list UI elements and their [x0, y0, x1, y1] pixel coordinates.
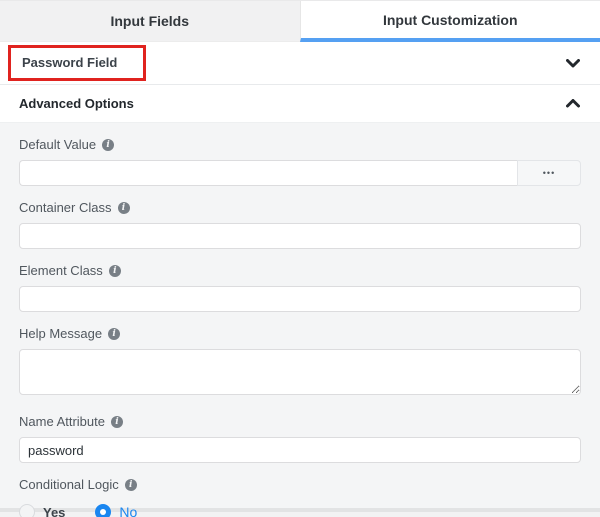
- info-icon[interactable]: i: [108, 328, 120, 340]
- help-message-group: Help Message i: [19, 326, 581, 400]
- chevron-down-icon[interactable]: [566, 59, 580, 68]
- tab-input-customization[interactable]: Input Customization: [300, 1, 600, 42]
- element-class-input[interactable]: [19, 286, 581, 312]
- radio-yes[interactable]: Yes: [19, 504, 65, 517]
- default-value-input[interactable]: [19, 160, 517, 186]
- more-options-button[interactable]: •••: [517, 160, 581, 186]
- field-accordion-header[interactable]: Password Field: [0, 42, 600, 85]
- advanced-options-body: Default Value i ••• Container Class i El…: [0, 122, 600, 508]
- tab-input-fields[interactable]: Input Fields: [0, 1, 300, 42]
- radio-yes-circle[interactable]: [19, 504, 35, 517]
- settings-tabbar: Input Fields Input Customization: [0, 1, 600, 42]
- next-section-strip[interactable]: [0, 512, 600, 517]
- container-class-label: Container Class: [19, 200, 112, 215]
- radio-yes-label: Yes: [43, 505, 65, 517]
- help-message-label: Help Message: [19, 326, 102, 341]
- form-builder-settings-panel: Input Fields Input Customization Passwor…: [0, 0, 600, 517]
- advanced-options-title: Advanced Options: [19, 96, 134, 111]
- help-message-textarea[interactable]: [19, 349, 581, 395]
- chevron-up-icon[interactable]: [566, 99, 580, 108]
- info-icon[interactable]: i: [109, 265, 121, 277]
- element-class-group: Element Class i: [19, 263, 581, 312]
- default-value-group: Default Value i •••: [19, 137, 581, 186]
- tab-input-customization-label: Input Customization: [383, 12, 518, 28]
- advanced-options-header[interactable]: Advanced Options: [0, 85, 600, 122]
- info-icon[interactable]: i: [111, 416, 123, 428]
- element-class-label: Element Class: [19, 263, 103, 278]
- name-attribute-group: Name Attribute i: [19, 414, 581, 463]
- info-icon[interactable]: i: [125, 479, 137, 491]
- info-icon[interactable]: i: [118, 202, 130, 214]
- container-class-input[interactable]: [19, 223, 581, 249]
- field-title: Password Field: [22, 55, 117, 70]
- container-class-group: Container Class i: [19, 200, 581, 249]
- conditional-logic-label: Conditional Logic: [19, 477, 119, 492]
- default-value-label: Default Value: [19, 137, 96, 152]
- name-attribute-label: Name Attribute: [19, 414, 105, 429]
- radio-no-label: No: [119, 504, 137, 517]
- info-icon[interactable]: i: [102, 139, 114, 151]
- tab-input-fields-label: Input Fields: [110, 13, 189, 29]
- highlight-red-box: Password Field: [8, 45, 146, 81]
- name-attribute-input[interactable]: [19, 437, 581, 463]
- radio-no[interactable]: No: [95, 504, 137, 517]
- radio-no-circle[interactable]: [95, 504, 111, 517]
